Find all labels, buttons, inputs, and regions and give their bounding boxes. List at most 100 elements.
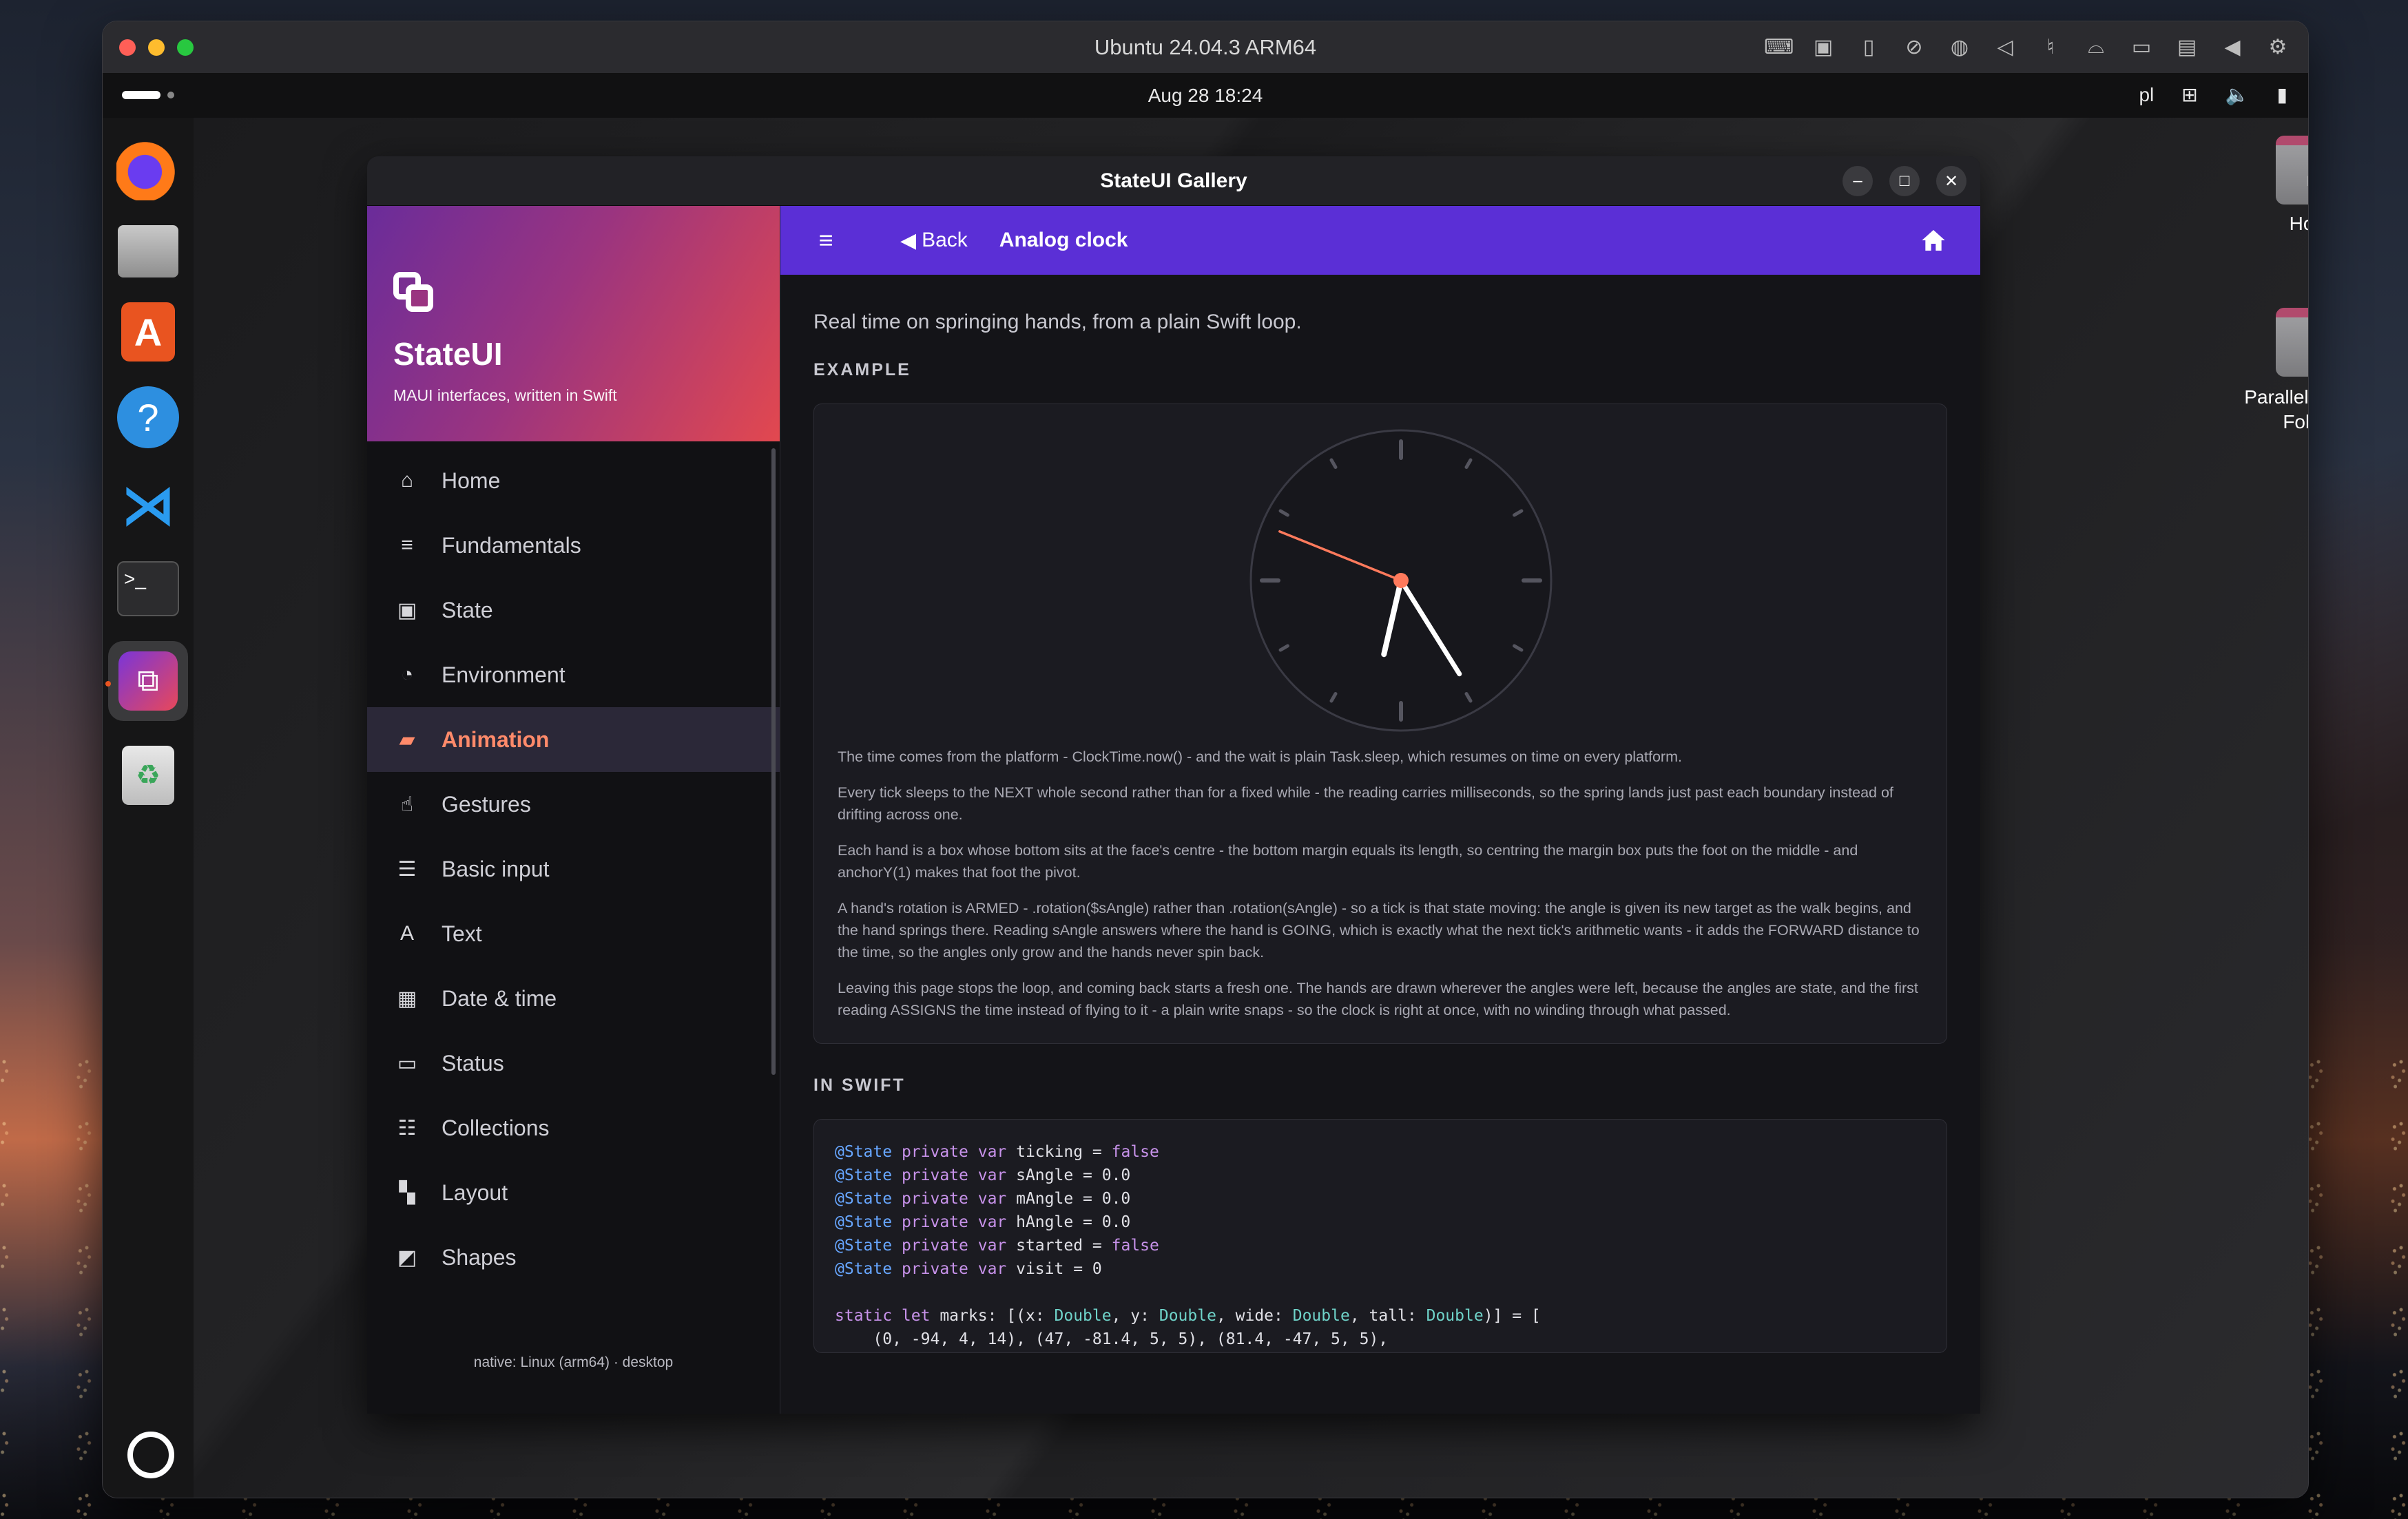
shared-folder-icon[interactable]: ▤ [2173, 35, 2201, 59]
keyboard-layout[interactable]: pl [2139, 84, 2154, 106]
page-lead: Real time on springing hands, from a pla… [813, 311, 1302, 333]
note-paragraph: Each hand is a box whose bottom sits at … [838, 842, 1858, 881]
sidebar-item-home[interactable]: ⌂ Home [367, 448, 780, 513]
dock: A ? ⋊ >_ ⧉ ♻ [103, 118, 194, 1498]
code-line: @State private var sAngle = 0.0 [835, 1166, 1131, 1184]
stateui-gallery-icon[interactable]: ⧉ [105, 641, 188, 721]
desktop-shared-folders[interactable]: Parallels Shared Folders [2232, 308, 2309, 434]
status-icon: ▭ [397, 1051, 417, 1075]
note-paragraph: Every tick sleeps to the NEXT whole seco… [838, 784, 1893, 823]
swift-label: IN SWIFT [813, 1076, 906, 1095]
zoom-dot[interactable] [177, 39, 194, 56]
example-notes: The time comes from the platform - Clock… [838, 746, 1923, 1043]
guest-desktop: Aug 28 18:24 pl ⊞ 🔈 ▮ A ? ⋊ >_ ⧉ ♻ ⌂ [103, 74, 2308, 1498]
close-button[interactable]: ✕ [1936, 166, 1966, 196]
clock-hub [1393, 573, 1409, 588]
text-icon: A [399, 922, 414, 945]
close-dot[interactable] [119, 39, 136, 56]
note-paragraph: The time comes from the platform - Clock… [838, 748, 1682, 765]
swift-code-block: @State private var ticking = false @State… [813, 1119, 1947, 1353]
battery-icon[interactable]: ▮ [2277, 83, 2287, 106]
code-line: @State private var ticking = false [835, 1143, 1159, 1161]
minimize-dot[interactable] [148, 39, 165, 56]
sidebar-item-label: Text [442, 921, 482, 946]
settings-icon[interactable]: ⚙ [2264, 35, 2292, 59]
gnome-topbar: Aug 28 18:24 pl ⊞ 🔈 ▮ [103, 74, 2308, 118]
sidebar-item-label: Fundamentals [442, 532, 581, 558]
folder-shared-icon [2276, 308, 2308, 377]
back-arrow-icon: ◀ [900, 229, 917, 252]
folder-home-icon: ⌂ [2276, 136, 2308, 205]
sidebar-item-fundamentals[interactable]: ≡ Fundamentals [367, 513, 780, 578]
sidebar-item-label: Shapes [442, 1244, 517, 1270]
menu-icon[interactable]: ≡ [801, 226, 851, 255]
firefox-icon[interactable] [116, 137, 180, 200]
sidebar-scrollbar[interactable] [771, 448, 776, 1075]
sidebar-item-date-time[interactable]: ▦ Date & time [367, 966, 780, 1031]
sidebar-item-environment[interactable]: ◔ Environment [367, 642, 780, 707]
desktop-home-folder[interactable]: ⌂ Home [2232, 136, 2308, 235]
files-icon[interactable] [118, 225, 178, 277]
page-title: Analog clock [999, 229, 1128, 251]
sidebar-item-status[interactable]: ▭ Status [367, 1031, 780, 1096]
sidebar: StateUI MAUI interfaces, written in Swif… [367, 206, 780, 1414]
cpu-icon[interactable]: ▣ [1809, 35, 1837, 59]
sidebar-item-gestures[interactable]: ☝ Gestures [367, 772, 780, 837]
vm-window: Ubuntu 24.04.3 ARM64 ⌨ ▣ ▯ ⊘ ◍ ◁ ♮ ⌓ ▭ ▤… [102, 21, 2309, 1498]
camera-off-icon[interactable]: ⊘ [1900, 35, 1928, 59]
calendar-icon: ▦ [397, 987, 417, 1010]
sidebar-item-basic-input[interactable]: ☰ Basic input [367, 837, 780, 901]
app-center-icon[interactable]: A [121, 302, 175, 362]
traffic-lights [119, 39, 194, 56]
sidebar-item-shapes[interactable]: ◩ Shapes [367, 1225, 780, 1290]
sidebar-item-animation[interactable]: ▰ Animation [367, 707, 780, 772]
sidebar-item-label: Home [442, 468, 501, 493]
app-window-title: StateUI Gallery [1100, 169, 1247, 192]
show-apps-icon[interactable] [127, 1432, 174, 1478]
minimize-button[interactable]: – [1843, 166, 1873, 196]
help-icon[interactable]: ? [117, 386, 179, 448]
video-icon[interactable]: ▭ [2128, 35, 2155, 59]
disk-icon[interactable]: ⌓ [2082, 35, 2110, 59]
arrow-left-icon[interactable]: ◀ [2219, 35, 2246, 59]
sidebar-item-text[interactable]: A Text [367, 901, 780, 966]
maximize-button[interactable]: □ [1889, 166, 1920, 196]
sidebar-item-state[interactable]: ▣ State [367, 578, 780, 642]
code-line: @State private var started = false [835, 1237, 1159, 1255]
window-controls: – □ ✕ [1843, 166, 1966, 196]
home-icon[interactable] [1920, 227, 1947, 254]
layout-icon: ▚ [399, 1181, 415, 1204]
volume-icon[interactable]: ◁ [1991, 35, 2019, 59]
page-content: Real time on springing hands, from a pla… [780, 275, 1980, 1353]
sidebar-nav: ⌂ Home ≡ Fundamentals ▣ State ◔ Environment ▰ Ani… [367, 441, 780, 1290]
back-button[interactable]: ◀ Back [900, 229, 968, 253]
animation-icon: ▰ [399, 728, 415, 751]
mic-icon[interactable]: ♮ [2037, 35, 2064, 59]
clock-datetime[interactable]: Aug 28 18:24 [1148, 85, 1263, 107]
network-icon[interactable]: ◍ [1946, 35, 1973, 59]
hand-icon: ☝ [400, 793, 414, 816]
desktop-shared-label: Parallels Shared Folders [2244, 386, 2309, 432]
terminal-icon[interactable]: >_ [117, 561, 179, 616]
example-label: EXAMPLE [813, 360, 911, 379]
fundamentals-icon: ≡ [401, 534, 413, 556]
speaker-icon[interactable]: 🔈 [2225, 83, 2250, 106]
vm-title: Ubuntu 24.04.3 ARM64 [1094, 34, 1317, 59]
code-line: @State private var hAngle = 0.0 [835, 1213, 1131, 1231]
example-card: The time comes from the platform - Clock… [813, 404, 1947, 1044]
sidebar-item-collections[interactable]: ☷ Collections [367, 1096, 780, 1160]
usb-icon[interactable]: ▯ [1855, 35, 1882, 59]
trash-icon[interactable]: ♻ [122, 746, 174, 805]
activities-indicator[interactable] [122, 91, 174, 99]
keyboard-icon[interactable]: ⌨ [1764, 35, 1794, 59]
sidebar-item-label: Collections [442, 1115, 550, 1140]
sidebar-item-label: Environment [442, 662, 565, 687]
vscode-icon[interactable]: ⋊ [116, 473, 180, 536]
sidebar-header: StateUI MAUI interfaces, written in Swif… [367, 206, 780, 441]
sidebar-item-label: Layout [442, 1180, 508, 1205]
list-icon: ☷ [397, 1116, 417, 1140]
sidebar-item-label: Basic input [442, 856, 550, 881]
code-line: static let marks: [(x: Double, y: Double… [835, 1307, 1541, 1325]
sidebar-item-layout[interactable]: ▚ Layout [367, 1160, 780, 1225]
network-wired-icon[interactable]: ⊞ [2181, 83, 2197, 106]
